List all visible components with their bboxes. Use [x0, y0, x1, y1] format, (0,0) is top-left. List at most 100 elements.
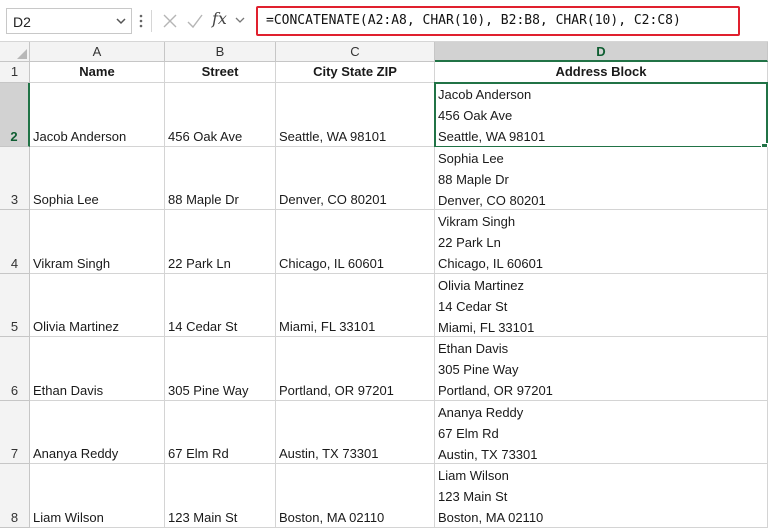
row-number: 4	[10, 256, 19, 271]
cell-name-text: Jacob Anderson	[33, 129, 127, 144]
address-line: 123 Main St	[438, 489, 508, 504]
cell-city-text: Seattle, WA 98101	[279, 129, 387, 144]
cell-street[interactable]: 305 Pine Way	[165, 337, 276, 401]
address-line: Sophia Lee	[438, 151, 504, 166]
chevron-down-icon[interactable]	[113, 13, 129, 29]
cell-city-text: Denver, CO 80201	[279, 192, 387, 207]
cell-street-text: 88 Maple Dr	[168, 192, 239, 207]
chevron-down-icon[interactable]	[234, 14, 246, 26]
cell-name[interactable]: Jacob Anderson	[30, 83, 165, 147]
cell-city[interactable]: Denver, CO 80201	[276, 147, 435, 210]
row-header-2[interactable]: 2	[0, 83, 30, 147]
cell-city-text: Boston, MA 02110	[279, 510, 385, 525]
cell-name[interactable]: Ethan Davis	[30, 337, 165, 401]
address-line: Miami, FL 33101	[438, 320, 535, 335]
cancel-icon[interactable]	[160, 11, 180, 31]
cell-street-text: 456 Oak Ave	[168, 129, 243, 144]
cell-street[interactable]: 88 Maple Dr	[165, 147, 276, 210]
cell-address-block[interactable]: Vikram Singh 22 Park Ln Chicago, IL 60601	[435, 210, 768, 274]
enter-check-icon[interactable]	[185, 11, 205, 31]
more-options-icon[interactable]	[138, 11, 144, 31]
address-line: Ethan Davis	[438, 341, 509, 356]
address-line: Liam Wilson	[438, 468, 509, 483]
select-all-icon	[17, 49, 27, 59]
row-number: 5	[10, 319, 19, 334]
cell-name-text: Olivia Martinez	[33, 319, 119, 334]
row-number: 8	[10, 510, 19, 525]
cell-name-text: Ethan Davis	[33, 383, 104, 398]
address-line: Austin, TX 73301	[438, 447, 538, 462]
address-line: Vikram Singh	[438, 214, 516, 229]
cell-city[interactable]: Boston, MA 02110	[276, 464, 435, 528]
cell-address-block[interactable]: Ananya Reddy 67 Elm Rd Austin, TX 73301	[435, 401, 768, 464]
cell-street-text: 123 Main St	[168, 510, 238, 525]
row-header-8[interactable]: 8	[0, 464, 30, 528]
row-header-5[interactable]: 5	[0, 274, 30, 337]
cell-address-block[interactable]: Liam Wilson 123 Main St Boston, MA 02110	[435, 464, 768, 528]
cell-city[interactable]: Portland, OR 97201	[276, 337, 435, 401]
cell-street-text: 22 Park Ln	[168, 256, 231, 271]
formula-text: =CONCATENATE(A2:A8, CHAR(10), B2:B8, CHA…	[266, 13, 681, 28]
cell-street[interactable]: 22 Park Ln	[165, 210, 276, 274]
divider	[151, 10, 152, 32]
cell-city[interactable]: Miami, FL 33101	[276, 274, 435, 337]
cell-city[interactable]: Austin, TX 73301	[276, 401, 435, 464]
row-header-3[interactable]: 3	[0, 147, 30, 210]
name-box-value: D2	[13, 14, 31, 30]
header-cell-street[interactable]: Street	[165, 62, 276, 83]
address-lines: Ethan Davis 305 Pine Way Portland, OR 9720…	[438, 338, 553, 400]
cell-city[interactable]: Seattle, WA 98101	[276, 83, 435, 147]
cell-name-text: Ananya Reddy	[33, 446, 119, 461]
cell-street[interactable]: 67 Elm Rd	[165, 401, 276, 464]
column-header-b[interactable]: B	[165, 42, 276, 62]
row-header-6[interactable]: 6	[0, 337, 30, 401]
cell-street-text: 14 Cedar St	[168, 319, 238, 334]
header-cell-address[interactable]: Address Block	[435, 62, 768, 83]
cell-address-block[interactable]: Ethan Davis 305 Pine Way Portland, OR 9720…	[435, 337, 768, 401]
address-lines: Sophia Lee 88 Maple Dr Denver, CO 80201	[438, 148, 546, 209]
address-line: Denver, CO 80201	[438, 193, 546, 208]
row-header-1[interactable]: 1	[0, 62, 30, 83]
formula-bar: D2 fx =CONCATENATE(A2:A8, CHAR(10), B2:B…	[0, 0, 768, 42]
address-line: Chicago, IL 60601	[438, 256, 544, 271]
cell-name[interactable]: Vikram Singh	[30, 210, 165, 274]
row-number: 6	[10, 383, 19, 398]
cell-street[interactable]: 123 Main St	[165, 464, 276, 528]
cell-address-block[interactable]: Olivia Martinez 14 Cedar St Miami, FL 3310…	[435, 274, 768, 337]
cell-name-text: Liam Wilson	[33, 510, 104, 525]
name-box[interactable]: D2	[6, 8, 132, 34]
cell-city[interactable]: Chicago, IL 60601	[276, 210, 435, 274]
cell-address-block[interactable]: Sophia Lee 88 Maple Dr Denver, CO 80201	[435, 147, 768, 210]
row-number: 7	[10, 446, 19, 461]
address-line: Olivia Martinez	[438, 278, 524, 293]
cell-name-text: Sophia Lee	[33, 192, 99, 207]
header-cell-name[interactable]: Name	[30, 62, 165, 83]
formula-input[interactable]: =CONCATENATE(A2:A8, CHAR(10), B2:B8, CHA…	[256, 6, 740, 36]
cell-name[interactable]: Olivia Martinez	[30, 274, 165, 337]
cell-street[interactable]: 14 Cedar St	[165, 274, 276, 337]
row-header-4[interactable]: 4	[0, 210, 30, 274]
address-line: Portland, OR 97201	[438, 383, 553, 398]
cell-address-block[interactable]: Jacob Anderson 456 Oak Ave Seattle, WA 981…	[435, 83, 768, 147]
column-header-a[interactable]: A	[30, 42, 165, 62]
insert-function-icon[interactable]: fx	[212, 9, 227, 28]
address-line: Jacob Anderson	[438, 87, 532, 102]
select-all-button[interactable]	[0, 42, 30, 62]
address-line: Ananya Reddy	[438, 405, 524, 420]
header-cell-city[interactable]: City State ZIP	[276, 62, 435, 83]
cell-street[interactable]: 456 Oak Ave	[165, 83, 276, 147]
address-lines: Olivia Martinez 14 Cedar St Miami, FL 3310…	[438, 275, 535, 336]
address-line: 88 Maple Dr	[438, 172, 509, 187]
row-header-7[interactable]: 7	[0, 401, 30, 464]
cell-city-text: Chicago, IL 60601	[279, 256, 385, 271]
column-header-d[interactable]: D	[435, 42, 768, 62]
cell-name[interactable]: Liam Wilson	[30, 464, 165, 528]
address-line: 22 Park Ln	[438, 235, 501, 250]
cell-city-text: Portland, OR 97201	[279, 383, 394, 398]
cell-name[interactable]: Ananya Reddy	[30, 401, 165, 464]
address-lines: Jacob Anderson 456 Oak Ave Seattle, WA 981…	[438, 84, 545, 146]
column-header-c[interactable]: C	[276, 42, 435, 62]
cell-name-text: Vikram Singh	[33, 256, 111, 271]
row-number: 2	[10, 129, 18, 144]
cell-name[interactable]: Sophia Lee	[30, 147, 165, 210]
